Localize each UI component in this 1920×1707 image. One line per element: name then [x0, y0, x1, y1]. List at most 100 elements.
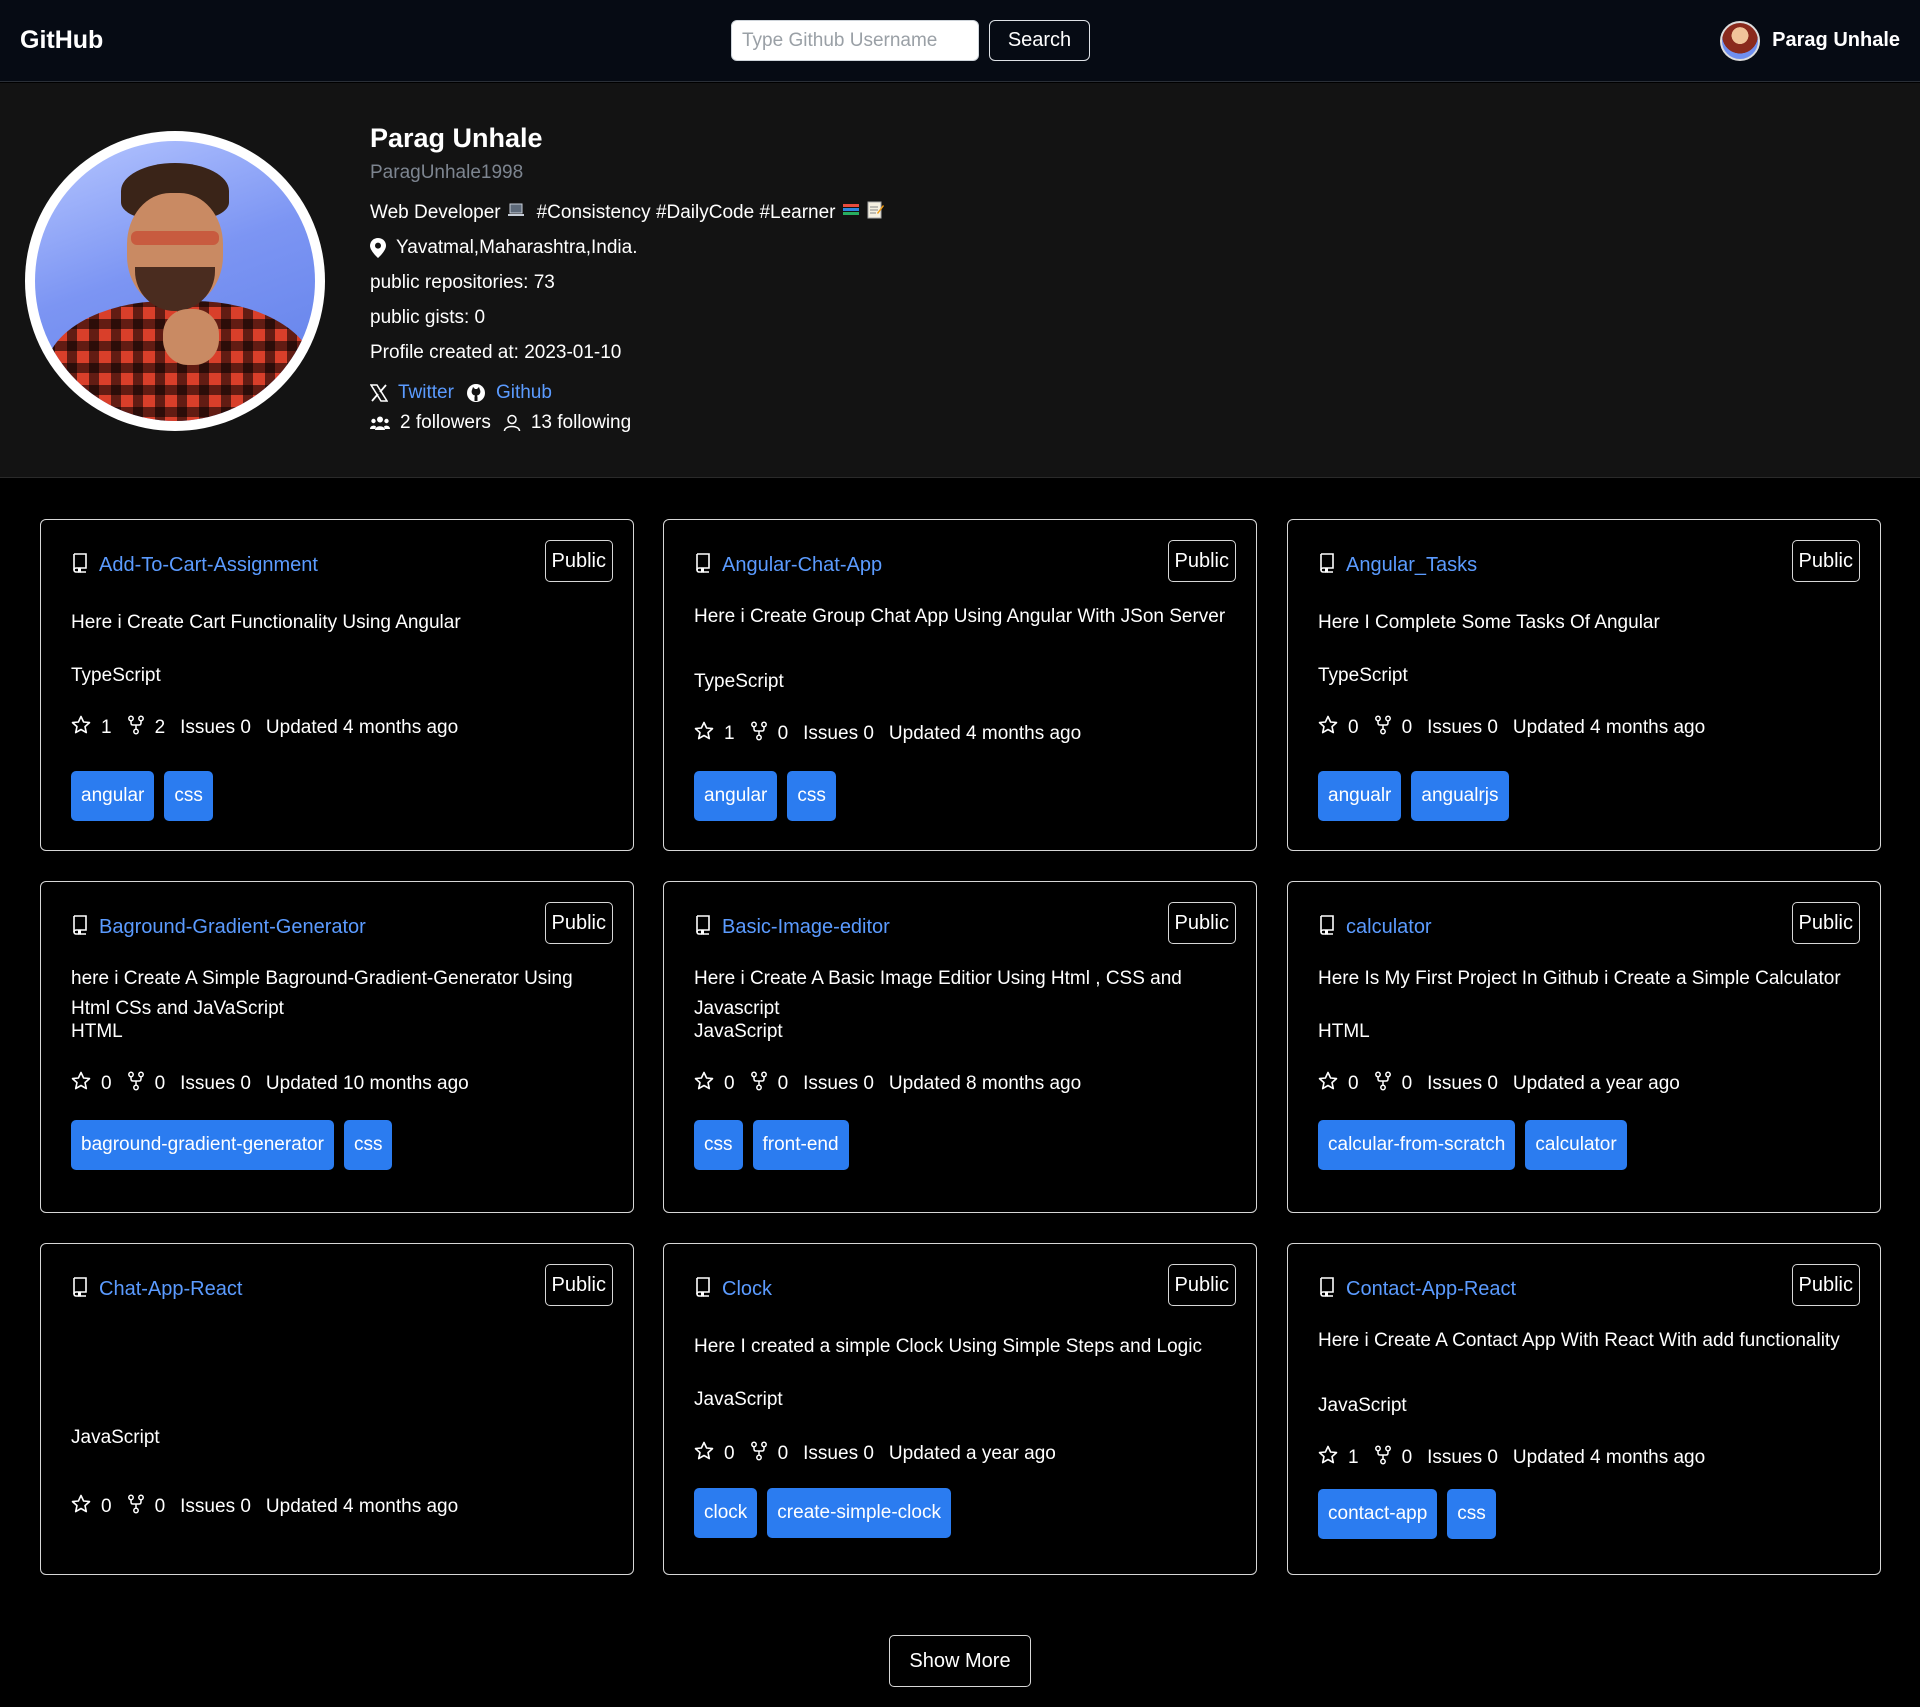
forks-stat: 0: [1374, 1445, 1412, 1471]
issues-count: Issues 0: [803, 723, 874, 744]
x-twitter-icon: [370, 384, 388, 402]
topic-tag[interactable]: clock: [694, 1488, 758, 1538]
star-icon: [1318, 715, 1348, 741]
fork-icon: [750, 1071, 778, 1097]
nav-avatar[interactable]: [1720, 20, 1761, 61]
show-more-button[interactable]: Show More: [889, 1635, 1031, 1687]
stars-stat: 0: [71, 1071, 112, 1097]
issues-count: Issues 0: [1427, 1073, 1498, 1094]
followers-count[interactable]: 2 followers: [400, 412, 491, 434]
public-repos: public repositories: 73: [370, 272, 555, 293]
forks-stat: 0: [127, 1071, 165, 1097]
topic-tag[interactable]: front-end: [752, 1120, 849, 1170]
star-icon: [71, 1494, 101, 1520]
repo-language: JavaScript: [694, 1021, 783, 1042]
github-link[interactable]: Github: [496, 382, 552, 404]
stars-count: 1: [101, 717, 112, 738]
user-outline-icon: [503, 414, 521, 432]
repo-card[interactable]: Angular-Chat-App Public Here i Create Grou…: [663, 519, 1257, 851]
topic-tag[interactable]: calcular-from-scratch: [1318, 1120, 1516, 1170]
topic-tag[interactable]: css: [787, 771, 836, 821]
fork-icon: [1374, 1445, 1402, 1471]
topic-tag[interactable]: create-simple-clock: [767, 1488, 951, 1538]
visibility-badge: Public: [1167, 540, 1236, 582]
repo-title: Baground-Gradient-Generator: [71, 915, 366, 940]
forks-stat: 0: [750, 1441, 789, 1467]
updated-time: Updated 8 months ago: [888, 1073, 1082, 1094]
repo-stats: 1 0 Issues 0 Updated 4 months ago: [694, 721, 1096, 747]
repo-card[interactable]: Angular_Tasks Public Here I Complete Some …: [1287, 519, 1881, 851]
topic-tag[interactable]: calculator: [1525, 1120, 1627, 1170]
repo-card[interactable]: Contact-App-React Public Here i Create A C…: [1287, 1243, 1881, 1575]
stars-stat: 1: [71, 715, 112, 741]
topic-tag[interactable]: contact-app: [1318, 1489, 1438, 1539]
stars-stat: 0: [1318, 1071, 1359, 1097]
topic-tag[interactable]: css: [1447, 1489, 1496, 1539]
topic-tag[interactable]: baground-gradient-generator: [71, 1120, 334, 1170]
username-search-input[interactable]: [731, 20, 979, 61]
repo-language: TypeScript: [71, 665, 161, 686]
forks-count: 0: [1401, 1073, 1413, 1094]
repo-topics: angular css: [71, 771, 223, 821]
updated-time: Updated 4 months ago: [888, 723, 1082, 744]
nav-user[interactable]: Parag Unhale: [1720, 20, 1900, 61]
topic-tag[interactable]: css: [164, 771, 213, 821]
search-button[interactable]: Search: [989, 20, 1090, 61]
repo-stats: 1 0 Issues 0 Updated 4 months ago: [1318, 1445, 1720, 1471]
repo-stats: 1 2 Issues 0 Updated 4 months ago: [71, 715, 473, 741]
github-icon: [466, 384, 485, 402]
visibility-badge: Public: [1167, 902, 1236, 944]
laptop-icon: [507, 203, 525, 222]
following-count[interactable]: 13 following: [531, 412, 631, 434]
topic-tag[interactable]: angualrjs: [1411, 771, 1509, 821]
nav-username[interactable]: Parag Unhale: [1772, 29, 1900, 52]
repo-stats: 0 0 Issues 0 Updated 4 months ago: [71, 1494, 473, 1520]
profile-section: Parag Unhale ParagUnhale1998 Web Develop…: [0, 83, 1920, 478]
repo-name-link[interactable]: Chat-App-React: [99, 1278, 242, 1301]
stars-stat: 1: [694, 721, 735, 747]
repo-description: Here I Complete Some Tasks Of Angular: [1318, 612, 1660, 633]
repo-book-icon: [694, 1277, 712, 1302]
topic-tag[interactable]: angular: [71, 771, 155, 821]
repo-language: TypeScript: [1318, 665, 1408, 686]
social-links: Twitter Github: [370, 382, 552, 404]
forks-stat: 0: [750, 1071, 788, 1097]
repo-description: here i Create A Simple Baground-Gradient…: [71, 968, 573, 1019]
profile-login: ParagUnhale1998: [370, 162, 524, 183]
repo-card[interactable]: Basic-Image-editor Public Here i Create A …: [663, 881, 1257, 1213]
repo-name-link[interactable]: calculator: [1346, 916, 1432, 939]
repo-card[interactable]: Baground-Gradient-Generator Public here i …: [40, 881, 634, 1213]
repo-topics: angualr angualrjs: [1318, 771, 1519, 821]
repo-name-link[interactable]: Basic-Image-editor: [722, 916, 890, 939]
stars-stat: 0: [1318, 715, 1359, 741]
repo-card[interactable]: Chat-App-React Public JavaScript 0 0 Issues 0…: [40, 1243, 634, 1575]
updated-time: Updated 4 months ago: [265, 1496, 459, 1517]
repo-card[interactable]: calculator Public Here Is My First Project…: [1287, 881, 1881, 1213]
repo-name-link[interactable]: Angular-Chat-App: [722, 554, 882, 577]
profile-name: Parag Unhale: [370, 123, 543, 153]
repo-card[interactable]: Add-To-Cart-Assignment Public Here i Creat…: [40, 519, 634, 851]
repo-language: HTML: [1318, 1021, 1370, 1042]
repo-name-link[interactable]: Clock: [722, 1278, 772, 1301]
topic-tag[interactable]: angular: [694, 771, 778, 821]
repo-name-link[interactable]: Baground-Gradient-Generator: [99, 916, 366, 939]
fork-icon: [127, 1494, 155, 1520]
brand-logo[interactable]: GitHub: [20, 26, 103, 55]
fork-icon: [1374, 1071, 1402, 1097]
bio-text: Web Developer: [370, 201, 501, 223]
forks-count: 0: [1401, 717, 1413, 738]
repo-name-link[interactable]: Contact-App-React: [1346, 1278, 1516, 1301]
forks-count: 0: [777, 1443, 789, 1464]
repo-name-link[interactable]: Add-To-Cart-Assignment: [99, 554, 318, 577]
topic-tag[interactable]: css: [343, 1120, 393, 1170]
twitter-link[interactable]: Twitter: [398, 382, 454, 404]
repo-name-link[interactable]: Angular_Tasks: [1346, 554, 1477, 577]
issues-count: Issues 0: [803, 1443, 874, 1464]
topic-tag[interactable]: css: [694, 1120, 743, 1170]
stars-count: 0: [724, 1073, 735, 1094]
repo-card[interactable]: Clock Public Here I created a simple Clock…: [663, 1243, 1257, 1575]
visibility-badge: Public: [1791, 1264, 1860, 1306]
repo-stats: 0 0 Issues 0 Updated a year ago: [694, 1441, 1071, 1467]
updated-time: Updated 10 months ago: [265, 1073, 469, 1094]
topic-tag[interactable]: angualr: [1318, 771, 1402, 821]
